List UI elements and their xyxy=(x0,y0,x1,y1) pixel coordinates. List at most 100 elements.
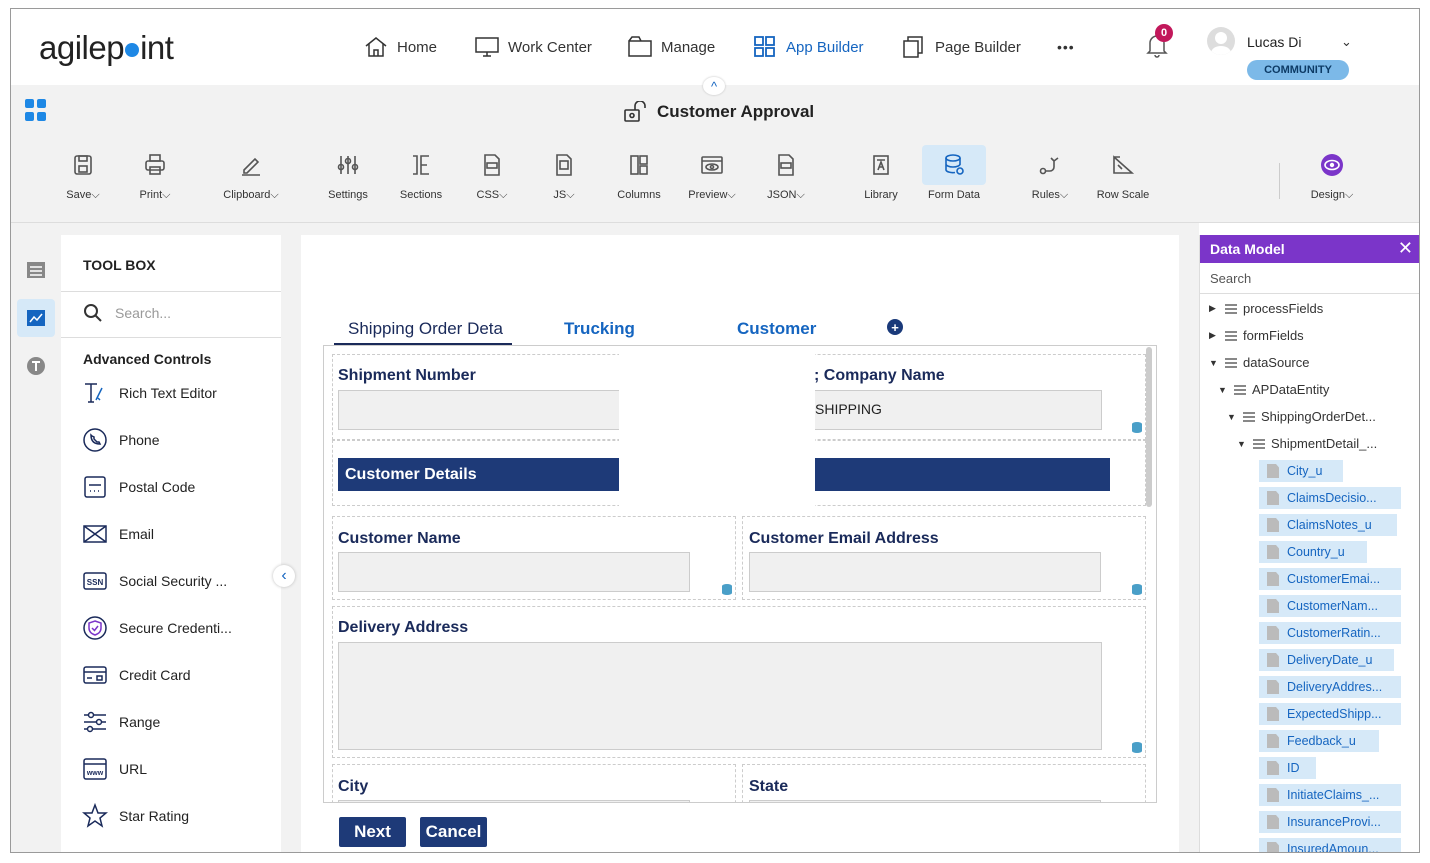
collapse-arrow-icon[interactable]: ▼ xyxy=(1218,385,1228,395)
tab-trucking[interactable]: Trucking xyxy=(564,319,635,339)
expand-arrow-icon[interactable]: ▶ xyxy=(1209,303,1219,314)
dm-field-initiateclaims[interactable]: InitiateClaims_... xyxy=(1259,784,1401,806)
nav-home[interactable]: Home xyxy=(363,33,437,61)
top-navigation: agilep int Home Work Center Manage App Bu… xyxy=(11,9,1419,85)
delivery-address-textarea[interactable] xyxy=(338,642,1102,750)
tool-credit-card[interactable]: Credit Card xyxy=(81,661,191,689)
rail-templates-button[interactable] xyxy=(17,347,55,385)
customer-email-input[interactable] xyxy=(749,552,1101,592)
dm-field-expectedshipping[interactable]: ExpectedShipp... xyxy=(1259,703,1401,725)
next-button[interactable]: Next xyxy=(339,817,406,847)
ribbon-json-button[interactable]: JSON⌵ xyxy=(750,145,822,202)
ribbon-save-button[interactable]: Save⌵ xyxy=(47,145,119,202)
close-icon[interactable]: ✕ xyxy=(1398,238,1413,259)
collapse-arrow-icon[interactable]: ▼ xyxy=(1209,358,1219,368)
expand-arrow-icon[interactable]: ▶ xyxy=(1209,330,1219,341)
collapse-arrow-icon[interactable]: ▼ xyxy=(1227,412,1237,422)
company-name-input[interactable]: SHIPPING xyxy=(814,390,1102,430)
node-icon xyxy=(1243,411,1255,422)
dm-field-deliveryaddress[interactable]: DeliveryAddres... xyxy=(1259,676,1401,698)
dm-node-formfields[interactable]: ▶ formFields xyxy=(1209,328,1304,343)
dm-field-customerrating[interactable]: CustomerRatin... xyxy=(1259,622,1401,644)
node-icon xyxy=(1225,303,1237,314)
toolbox-collapse-chevron-left-icon[interactable]: ‹ xyxy=(273,565,295,587)
dm-field-claimsdecision[interactable]: ClaimsDecisio... xyxy=(1259,487,1401,509)
tool-secure-credential[interactable]: Secure Credenti... xyxy=(81,614,232,642)
add-tab-plus-icon[interactable]: + xyxy=(887,319,903,335)
ribbon-sections-button[interactable]: Sections xyxy=(385,145,457,201)
nav-more-button[interactable]: ••• xyxy=(1057,33,1075,61)
collapse-arrow-icon[interactable]: ▼ xyxy=(1237,439,1247,449)
dm-field-customername[interactable]: CustomerNam... xyxy=(1259,595,1401,617)
nav-page-builder[interactable]: Page Builder xyxy=(901,33,1021,61)
dm-node-datasource[interactable]: ▼ dataSource xyxy=(1209,355,1310,370)
ribbon-clipboard-button[interactable]: Clipboard⌵ xyxy=(215,145,287,202)
ribbon-row-scale-button[interactable]: Row Scale xyxy=(1087,145,1159,201)
dm-field-country[interactable]: Country_u xyxy=(1259,541,1367,563)
ribbon-print-button[interactable]: Print⌵ xyxy=(119,145,191,202)
dm-field-deliverydate[interactable]: DeliveryDate_u xyxy=(1259,649,1394,671)
dm-field-customeremail[interactable]: CustomerEmai... xyxy=(1259,568,1401,590)
dm-field-insuranceprovider[interactable]: InsuranceProvi... xyxy=(1259,811,1401,833)
nav-app-builder[interactable]: App Builder xyxy=(752,33,864,61)
field-icon xyxy=(1267,653,1279,667)
tool-email[interactable]: Email xyxy=(81,520,154,548)
tool-url[interactable]: www URL xyxy=(81,755,147,783)
dm-node-apdataentity[interactable]: ▼ APDataEntity xyxy=(1218,382,1329,397)
city-input[interactable] xyxy=(338,800,690,802)
ribbon-library-button[interactable]: Library xyxy=(845,145,917,201)
user-menu-chevron-down-icon[interactable]: ⌄ xyxy=(1341,34,1352,50)
tool-postal-code[interactable]: Postal Code xyxy=(81,473,195,501)
ribbon-rules-button[interactable]: Rules⌵ xyxy=(1014,145,1086,202)
ribbon-form-data-button[interactable]: Form Data xyxy=(918,145,990,201)
ribbon-clipboard-label: Clipboard xyxy=(223,189,271,201)
user-avatar[interactable] xyxy=(1207,27,1235,55)
dm-node-shippingorder[interactable]: ▼ ShippingOrderDet... xyxy=(1227,409,1376,424)
tool-social-security[interactable]: SSN Social Security ... xyxy=(81,567,227,595)
dm-node-label: ShippingOrderDet... xyxy=(1261,409,1376,424)
agilepoint-logo[interactable]: agilep int xyxy=(39,29,174,67)
ribbon-print-label: Print xyxy=(139,189,163,201)
dm-field-claimsnotes[interactable]: ClaimsNotes_u xyxy=(1259,514,1397,536)
ribbon-settings-button[interactable]: Settings xyxy=(312,145,384,201)
nav-manage[interactable]: Manage xyxy=(627,33,715,61)
dm-field-id[interactable]: ID xyxy=(1259,757,1316,779)
unlock-icon xyxy=(624,101,646,122)
apps-grid-icon[interactable] xyxy=(25,99,47,121)
user-name[interactable]: Lucas Di xyxy=(1247,34,1301,50)
nav-work-center[interactable]: Work Center xyxy=(474,33,592,61)
tool-phone[interactable]: Phone xyxy=(81,426,159,454)
credit-card-icon xyxy=(83,666,107,684)
library-icon xyxy=(873,155,889,175)
tab-customer[interactable]: Customer xyxy=(737,319,816,339)
ribbon-columns-button[interactable]: Columns xyxy=(603,145,675,201)
tool-star-rating[interactable]: Star Rating xyxy=(81,802,189,830)
customer-name-input[interactable] xyxy=(338,552,690,592)
dm-node-processfields[interactable]: ▶ processFields xyxy=(1209,301,1323,316)
shield-check-icon xyxy=(83,616,107,640)
tab-shipping-order-details[interactable]: Shipping Order Deta xyxy=(348,319,503,339)
ribbon-js-button[interactable]: JS⌵ xyxy=(528,145,600,202)
cancel-button[interactable]: Cancel xyxy=(420,817,487,847)
toolbox-search-input[interactable]: Search... xyxy=(83,303,171,323)
ribbon-design-label: Design xyxy=(1310,189,1345,201)
tool-range[interactable]: Range xyxy=(81,708,160,736)
dm-field-feedback[interactable]: Feedback_u xyxy=(1259,730,1379,752)
dm-node-shipmentdetail[interactable]: ▼ ShipmentDetail_... xyxy=(1237,436,1377,451)
rail-forms-button[interactable] xyxy=(17,251,55,289)
tool-rich-text-editor[interactable]: Rich Text Editor xyxy=(81,379,217,407)
field-icon xyxy=(1267,788,1279,802)
form-scrollbar[interactable] xyxy=(1146,347,1152,507)
ribbon-design-button[interactable]: Design⌵ xyxy=(1296,145,1368,202)
rail-controls-button[interactable] xyxy=(17,299,55,337)
dm-field-insuredamount[interactable]: InsuredAmoun... xyxy=(1259,838,1401,852)
ribbon-preview-button[interactable]: Preview⌵ xyxy=(676,145,748,202)
dm-field-city[interactable]: City_u xyxy=(1259,460,1343,482)
data-model-search-input[interactable]: Search xyxy=(1210,271,1251,286)
ribbon-css-button[interactable]: CSS⌵ xyxy=(456,145,528,202)
field-database-icon xyxy=(1132,742,1142,753)
state-input[interactable] xyxy=(749,800,1101,802)
collapse-header-chevron-up-icon[interactable]: ^ xyxy=(703,77,725,95)
pages-icon xyxy=(903,36,923,58)
node-icon xyxy=(1253,438,1265,449)
